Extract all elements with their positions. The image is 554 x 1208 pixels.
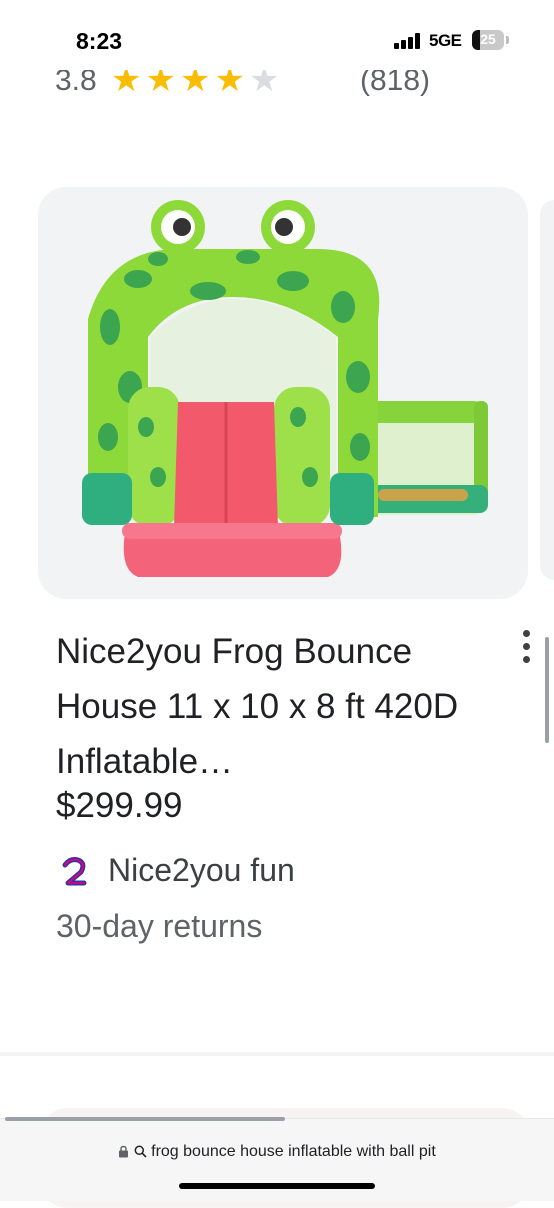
lock-icon: [118, 1145, 129, 1163]
product-price: $299.99: [56, 786, 183, 825]
status-bar: 8:23 5GE 25: [0, 0, 554, 80]
next-product-card-edge[interactable]: [540, 200, 554, 580]
battery-tip: [506, 36, 509, 44]
product-image[interactable]: [38, 187, 528, 599]
home-indicator[interactable]: [179, 1183, 375, 1189]
frog-bounce-house-illustration: [82, 200, 488, 577]
address-row[interactable]: frog bounce house inflatable with ball p…: [0, 1143, 554, 1163]
battery-icon: 25: [472, 30, 504, 50]
scrollbar[interactable]: [545, 637, 549, 743]
product-title[interactable]: Nice2you Frog Bounce House 11 x 10 x 8 f…: [56, 624, 496, 789]
return-policy: 30-day returns: [56, 908, 263, 944]
seller-name[interactable]: Nice2you fun: [108, 852, 295, 889]
seller-logo-icon: [56, 855, 92, 891]
battery-level: 25: [480, 31, 496, 47]
address-text: frog bounce house inflatable with ball p…: [151, 1143, 436, 1160]
search-icon: [134, 1145, 147, 1163]
page-load-progress: [5, 1117, 285, 1121]
status-time: 8:23: [76, 28, 123, 54]
section-divider: [0, 1052, 554, 1056]
more-options-icon[interactable]: [520, 630, 532, 666]
network-type: 5GE: [429, 31, 462, 50]
signal-icon: [394, 33, 424, 49]
